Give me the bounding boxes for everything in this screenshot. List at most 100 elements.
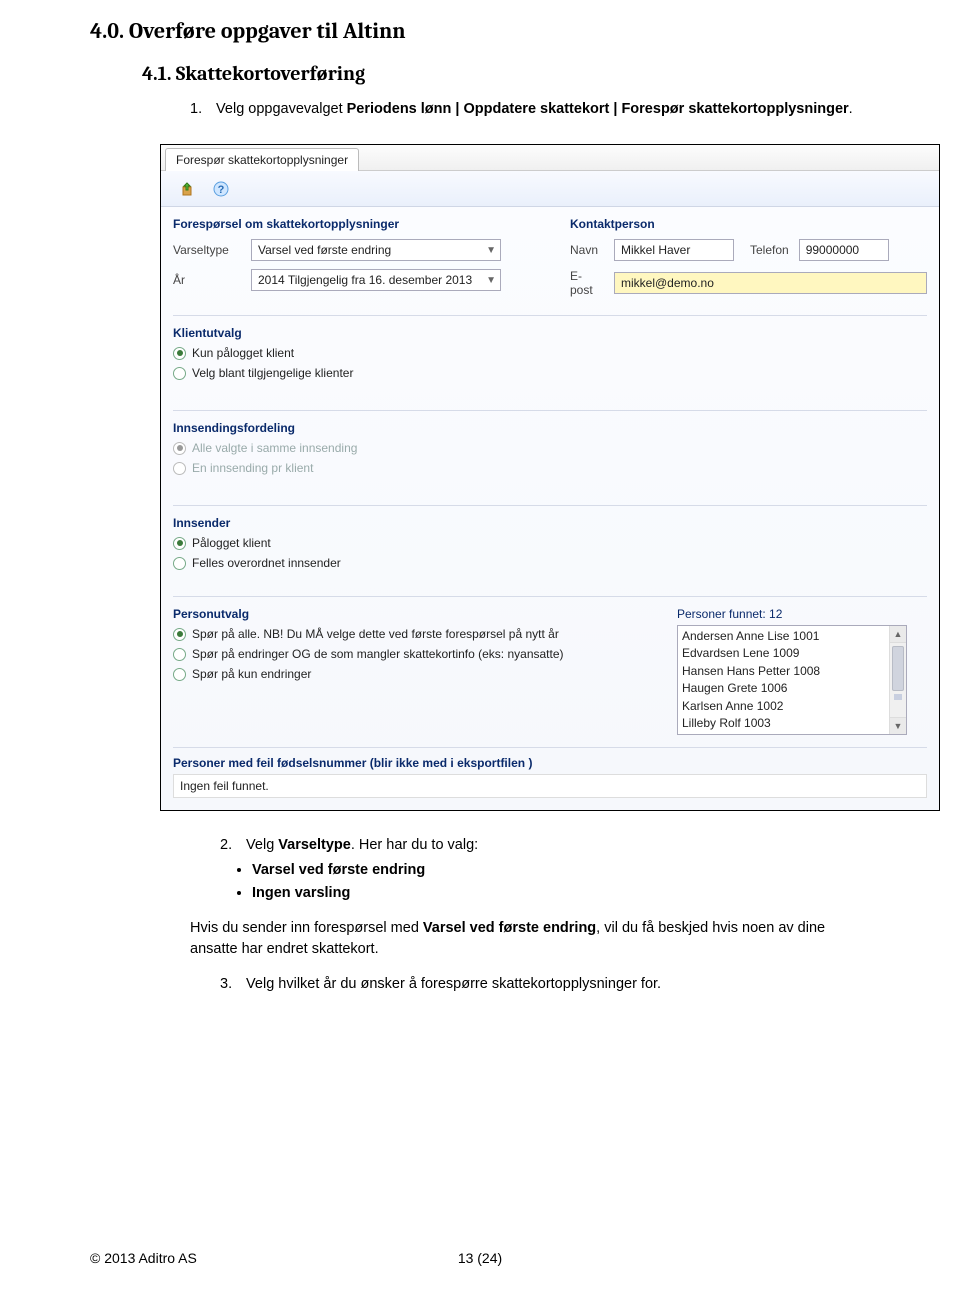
section-title-kontakt: Kontaktperson	[570, 217, 927, 231]
list-item[interactable]: Karlsen Anne 1002	[682, 698, 902, 715]
radio-label: Spør på kun endringer	[192, 667, 311, 681]
select-aar-value: 2014 Tilgjengelig fra 16. desember 2013	[258, 273, 472, 287]
step-1-bold: Periodens lønn | Oppdatere skattekort | …	[347, 101, 849, 117]
para-bold: Varsel ved første endring	[423, 920, 596, 936]
radio-label: Spør på alle. NB! Du MÅ velge dette ved …	[192, 627, 559, 641]
radio-kun-palogget[interactable]: Kun pålogget klient	[173, 346, 927, 360]
radio-palogget-klient[interactable]: Pålogget klient	[173, 536, 927, 550]
radio-spor-alle[interactable]: Spør på alle. NB! Du MÅ velge dette ved …	[173, 627, 647, 641]
radio-label: Felles overordnet innsender	[192, 556, 341, 570]
select-aar[interactable]: 2014 Tilgjengelig fra 16. desember 2013 …	[251, 269, 501, 291]
step-3-number: 3.	[220, 974, 242, 995]
group-innsender: Innsender Pålogget klient Felles overord…	[173, 505, 927, 570]
radio-icon	[173, 347, 186, 360]
page-footer: © 2013 Aditro AS 13 (24)	[90, 1250, 870, 1266]
chevron-down-icon: ▼	[486, 275, 496, 286]
step-2-number: 2.	[220, 835, 242, 856]
persons-found-title: Personer funnet: 12	[677, 607, 927, 621]
group-personutvalg-row: Personutvalg Spør på alle. NB! Du MÅ vel…	[173, 596, 927, 735]
heading-1: 4.0. Overføre oppgaver til Altinn	[90, 18, 870, 44]
errors-title: Personer med feil fødselsnummer (blir ik…	[173, 756, 927, 770]
radio-label: Spør på endringer OG de som mangler skat…	[192, 647, 564, 661]
step-1-post: .	[849, 101, 853, 117]
radio-label: Alle valgte i samme innsending	[192, 441, 357, 455]
tab-bar: Forespør skattekortopplysninger	[161, 145, 939, 171]
select-varseltype-value: Varsel ved første endring	[258, 243, 391, 257]
label-aar: År	[173, 273, 251, 287]
step-1: 1. Velg oppgavevalget Periodens lønn | O…	[190, 99, 870, 120]
step-1-number: 1.	[190, 99, 212, 120]
group-title-innsender: Innsender	[173, 516, 927, 530]
radio-velg-blant[interactable]: Velg blant tilgjengelige klienter	[173, 366, 927, 380]
radio-icon	[173, 442, 186, 455]
step-2-mid: . Her har du to valg:	[351, 837, 478, 853]
group-title-personutvalg: Personutvalg	[173, 607, 647, 621]
svg-text:?: ?	[218, 184, 225, 196]
list-item[interactable]: Haugen Grete 1006	[682, 680, 902, 697]
group-personutvalg: Personutvalg Spør på alle. NB! Du MÅ vel…	[173, 607, 647, 735]
section-title-foresporsel: Forespørsel om skattekortopplysninger	[173, 217, 530, 231]
step-2-bold: Varseltype	[278, 837, 351, 853]
scroll-mark	[894, 694, 902, 700]
list-item[interactable]: Andersen Anne Lise 1001	[682, 628, 902, 645]
para-pre: Hvis du sender inn forespørsel med	[190, 920, 423, 936]
group-title-klientutvalg: Klientutvalg	[173, 326, 927, 340]
left-column: Forespørsel om skattekortopplysninger Va…	[173, 217, 530, 305]
app-screenshot: Forespør skattekortopplysninger ? Foresp…	[160, 144, 940, 811]
chevron-down-icon: ▼	[486, 245, 496, 256]
radio-icon	[173, 668, 186, 681]
errors-body: Ingen feil funnet.	[173, 774, 927, 798]
input-telefon[interactable]: 99000000	[799, 239, 889, 261]
list-item[interactable]: Edvardsen Lene 1009	[682, 645, 902, 662]
radio-icon	[173, 537, 186, 550]
help-icon[interactable]: ?	[213, 181, 229, 197]
group-title-innsendingsfordeling: Innsendingsfordeling	[173, 421, 927, 435]
step-2: 2. Velg Varseltype. Her har du to valg:	[220, 835, 870, 856]
bullet-varsel-forste: Varsel ved første endring	[252, 860, 870, 881]
radio-icon	[173, 367, 186, 380]
step-2-pre: Velg	[246, 837, 278, 853]
export-icon[interactable]	[179, 181, 195, 197]
bullet-ingen-varsling: Ingen varsling	[252, 883, 870, 904]
step-3: 3. Velg hvilket år du ønsker å forespørr…	[220, 974, 870, 995]
radio-label: Velg blant tilgjengelige klienter	[192, 366, 353, 380]
scroll-up-icon[interactable]: ▲	[890, 626, 906, 643]
step-2-bullets: Varsel ved første endring Ingen varsling	[252, 860, 870, 904]
footer-copyright: © 2013 Aditro AS	[90, 1250, 270, 1266]
group-klientutvalg: Klientutvalg Kun pålogget klient Velg bl…	[173, 315, 927, 380]
radio-icon	[173, 648, 186, 661]
radio-en-innsending: En innsending pr klient	[173, 461, 927, 475]
radio-icon	[173, 462, 186, 475]
radio-alle-valgte: Alle valgte i samme innsending	[173, 441, 927, 455]
info-paragraph: Hvis du sender inn forespørsel med Varse…	[190, 918, 870, 960]
radio-spor-kun-endringer[interactable]: Spør på kun endringer	[173, 667, 647, 681]
radio-icon	[173, 628, 186, 641]
label-varseltype: Varseltype	[173, 243, 251, 257]
step-1-pre: Velg oppgavevalget	[216, 101, 347, 117]
label-telefon: Telefon	[734, 243, 799, 257]
label-navn: Navn	[570, 243, 614, 257]
toolbar: ?	[161, 171, 939, 207]
input-navn[interactable]: Mikkel Haver	[614, 239, 734, 261]
list-item[interactable]: Lilleby Rolf 1003	[682, 715, 902, 732]
radio-icon	[173, 557, 186, 570]
scroll-thumb[interactable]	[892, 646, 904, 691]
scrollbar[interactable]: ▲ ▼	[889, 626, 906, 734]
scroll-down-icon[interactable]: ▼	[890, 717, 906, 734]
heading-2: 4.1. Skattekortoverføring	[142, 62, 870, 85]
right-column: Kontaktperson Navn Mikkel Haver Telefon …	[570, 217, 927, 305]
label-epost: E-post	[570, 269, 614, 297]
errors-section: Personer med feil fødselsnummer (blir ik…	[173, 747, 927, 798]
list-item[interactable]: Hansen Hans Petter 1008	[682, 663, 902, 680]
radio-label: En innsending pr klient	[192, 461, 313, 475]
step-3-text: Velg hvilket år du ønsker å forespørre s…	[246, 976, 661, 992]
radio-felles-innsender[interactable]: Felles overordnet innsender	[173, 556, 927, 570]
radio-spor-endringer-og[interactable]: Spør på endringer OG de som mangler skat…	[173, 647, 647, 661]
radio-label: Pålogget klient	[192, 536, 271, 550]
footer-page: 13 (24)	[270, 1250, 690, 1266]
select-varseltype[interactable]: Varsel ved første endring ▼	[251, 239, 501, 261]
persons-listbox[interactable]: Andersen Anne Lise 1001 Edvardsen Lene 1…	[677, 625, 907, 735]
tab-foresporsel[interactable]: Forespør skattekortopplysninger	[165, 148, 359, 171]
group-innsendingsfordeling: Innsendingsfordeling Alle valgte i samme…	[173, 410, 927, 475]
input-epost[interactable]: mikkel@demo.no	[614, 272, 927, 294]
